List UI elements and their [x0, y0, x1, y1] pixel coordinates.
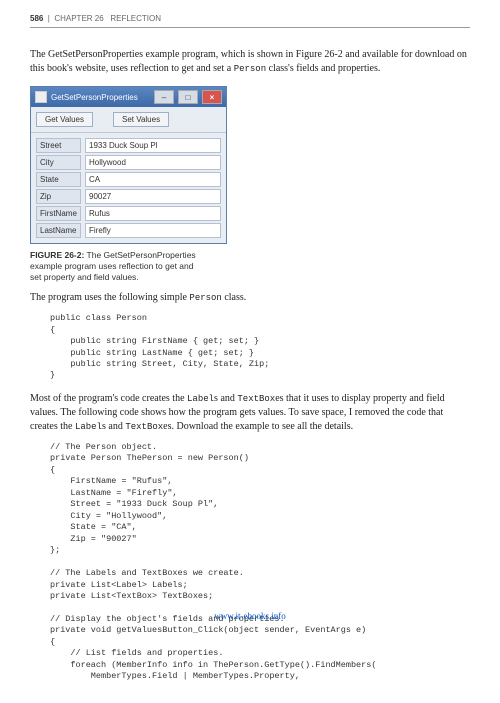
maximize-button[interactable]: □ [178, 90, 198, 104]
minimize-button[interactable]: – [154, 90, 174, 104]
field-label: City [36, 155, 81, 170]
code-listing-1: public class Person { public string Firs… [50, 313, 470, 382]
figure-26-2: GetSetPersonProperties – □ × Get Values … [30, 86, 470, 283]
paragraph-2: The program uses the following simple Pe… [30, 291, 470, 305]
form-grid: Street 1933 Duck Soup Pl City Hollywood … [31, 133, 226, 243]
field-label: FirstName [36, 206, 81, 221]
get-values-button[interactable]: Get Values [36, 112, 93, 127]
window-title: GetSetPersonProperties [51, 93, 138, 102]
window-titlebar: GetSetPersonProperties – □ × [31, 87, 226, 107]
app-window: GetSetPersonProperties – □ × Get Values … [30, 86, 227, 244]
field-label: Zip [36, 189, 81, 204]
chapter-label: CHAPTER 26 [54, 14, 103, 23]
field-input[interactable]: Firefly [85, 223, 221, 238]
paragraph-3: Most of the program's code creates the L… [30, 392, 470, 434]
field-input[interactable]: Rufus [85, 206, 221, 221]
field-input[interactable]: 1933 Duck Soup Pl [85, 138, 221, 153]
set-values-button[interactable]: Set Values [113, 112, 169, 127]
field-label: LastName [36, 223, 81, 238]
paragraph-1: The GetSetPersonProperties example progr… [30, 48, 470, 76]
figure-caption: FIGURE 26-2: The GetSetPersonProperties … [30, 250, 200, 283]
field-label: State [36, 172, 81, 187]
page-header: 586 | CHAPTER 26 REFLECTION [30, 14, 470, 28]
page-footer: www.it-ebooks.info [0, 611, 500, 621]
field-input[interactable]: CA [85, 172, 221, 187]
field-input[interactable]: 90027 [85, 189, 221, 204]
code-listing-2: // The Person object. private Person The… [50, 442, 470, 683]
chapter-title: REFLECTION [110, 14, 161, 23]
field-label: Street [36, 138, 81, 153]
footer-link[interactable]: www.it-ebooks.info [214, 611, 285, 621]
close-button[interactable]: × [202, 90, 222, 104]
app-toolbar: Get Values Set Values [31, 107, 226, 133]
app-icon [35, 91, 47, 103]
page-number: 586 [30, 14, 43, 23]
field-input[interactable]: Hollywood [85, 155, 221, 170]
